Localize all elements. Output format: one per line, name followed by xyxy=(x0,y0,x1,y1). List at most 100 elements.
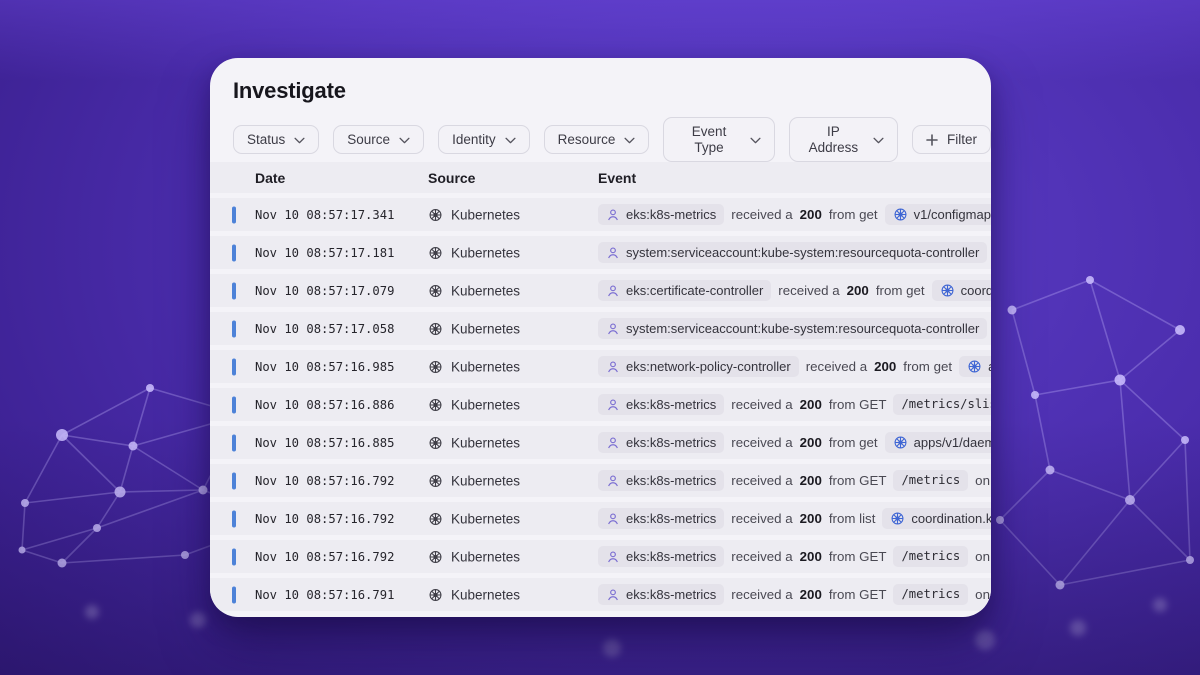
identity-chip[interactable]: system:serviceaccount:kube-system:resour… xyxy=(598,242,987,264)
kubernetes-resource-chip[interactable]: coordination.k8s.io xyxy=(882,508,991,530)
identity-chip[interactable]: eks:k8s-metrics xyxy=(598,204,724,226)
chevron-down-icon xyxy=(750,137,761,144)
filter-dropdown-ip-address[interactable]: IP Address xyxy=(789,117,898,162)
identity-chip[interactable]: eks:k8s-metrics xyxy=(598,432,724,454)
event-source: Kubernetes xyxy=(428,359,520,374)
kubernetes-resource-chip[interactable]: v1/configmaps ku xyxy=(885,204,991,226)
kubernetes-icon xyxy=(428,587,443,602)
status-code: 200 xyxy=(800,549,822,564)
kubernetes-icon xyxy=(890,511,905,526)
user-icon xyxy=(606,360,620,374)
event-date: Nov 10 08:57:16.791 xyxy=(255,588,394,602)
filter-dropdown-resource[interactable]: Resource xyxy=(544,125,650,155)
kubernetes-icon xyxy=(893,207,908,222)
chevron-down-icon xyxy=(505,137,516,144)
user-icon xyxy=(606,208,620,222)
filter-dropdown-source[interactable]: Source xyxy=(333,125,424,155)
event-text: from get xyxy=(829,435,878,450)
event-source: Kubernetes xyxy=(428,207,520,222)
filter-dropdown-identity[interactable]: Identity xyxy=(438,125,530,155)
source-label: Kubernetes xyxy=(451,207,520,222)
severity-bar xyxy=(232,282,236,299)
user-icon xyxy=(606,322,620,336)
kubernetes-icon xyxy=(428,511,443,526)
table-row[interactable]: Nov 10 08:57:16.792 Kubernetes eks:k8s-met… xyxy=(210,464,991,497)
table-row[interactable]: Nov 10 08:57:16.885 Kubernetes eks:k8s-met… xyxy=(210,426,991,459)
event-date: Nov 10 08:57:17.181 xyxy=(255,246,394,260)
chevron-down-icon xyxy=(399,137,410,144)
event-date: Nov 10 08:57:16.792 xyxy=(255,474,394,488)
identity-chip-label: eks:network-policy-controller xyxy=(626,359,791,375)
event-cell: eks:k8s-metricsreceived a200from getv1/c… xyxy=(598,198,991,231)
event-source: Kubernetes xyxy=(428,473,520,488)
event-cell: eks:network-policy-controllerreceived a2… xyxy=(598,350,991,383)
investigate-panel: Investigate Status Source Identity Resource… xyxy=(210,58,991,617)
add-filter-button[interactable]: Filter xyxy=(912,125,991,155)
identity-chip[interactable]: system:serviceaccount:kube-system:resour… xyxy=(598,318,987,340)
table-row[interactable]: Nov 10 08:57:17.341Kuberneteseks:k8s-met… xyxy=(210,198,991,231)
filter-dropdown-status[interactable]: Status xyxy=(233,125,319,155)
event-cell: eks:k8s-metricsreceived a200from GET/met… xyxy=(598,464,991,497)
identity-chip[interactable]: eks:k8s-metrics xyxy=(598,546,724,568)
event-date: Nov 10 08:57:16.792 xyxy=(255,550,394,564)
url-path-chip[interactable]: /metrics/slis xyxy=(893,394,991,415)
user-icon xyxy=(606,550,620,564)
kubernetes-resource-chip[interactable]: apps/v1/daemons xyxy=(885,432,991,454)
table-row[interactable]: Nov 10 08:57:17.181Kubernetessystem:serv… xyxy=(210,236,991,269)
table-row[interactable]: Nov 10 08:57:16.886Kuberneteseks:k8s-met… xyxy=(210,388,991,421)
chevron-down-icon xyxy=(624,137,635,144)
identity-chip[interactable]: eks:k8s-metrics xyxy=(598,584,724,606)
identity-chip-label: system:serviceaccount:kube-system:resour… xyxy=(626,245,979,261)
event-text: on cluste xyxy=(975,473,991,488)
page-title: Investigate xyxy=(233,78,967,104)
identity-chip[interactable]: eks:k8s-metrics xyxy=(598,508,724,530)
event-text: received a xyxy=(731,511,792,526)
filter-dropdown-label: Identity xyxy=(452,132,496,148)
event-cell: system:serviceaccount:kube-system:resour… xyxy=(598,312,991,345)
event-date: Nov 10 08:57:16.885 xyxy=(255,436,394,450)
kubernetes-icon xyxy=(428,549,443,564)
event-text: on cluste xyxy=(975,549,991,564)
url-path-chip[interactable]: /metrics xyxy=(893,546,968,567)
event-source: Kubernetes xyxy=(428,397,520,412)
identity-chip-label: eks:k8s-metrics xyxy=(626,473,716,489)
identity-chip[interactable]: eks:certificate-controller xyxy=(598,280,771,302)
filter-dropdown-event-type[interactable]: Event Type xyxy=(663,117,774,162)
kubernetes-resource-chip[interactable]: apie xyxy=(959,356,991,378)
status-code: 200 xyxy=(800,587,822,602)
status-code: 200 xyxy=(847,283,869,298)
kubernetes-resource-chip[interactable]: coordina xyxy=(932,280,991,302)
identity-chip[interactable]: eks:network-policy-controller xyxy=(598,356,799,378)
identity-chip[interactable]: eks:k8s-metrics xyxy=(598,394,724,416)
identity-chip[interactable]: eks:k8s-metrics xyxy=(598,470,724,492)
table-row[interactable]: Nov 10 08:57:16.985 Kubernetes eks:network… xyxy=(210,350,991,383)
severity-bar xyxy=(232,206,236,223)
severity-bar xyxy=(232,510,236,527)
user-icon xyxy=(606,246,620,260)
event-text: from GET xyxy=(829,587,887,602)
column-header-source: Source xyxy=(428,170,475,186)
event-date: Nov 10 08:57:17.079 xyxy=(255,284,394,298)
event-date: Nov 10 08:57:16.985 xyxy=(255,360,394,374)
chevron-down-icon xyxy=(294,137,305,144)
source-label: Kubernetes xyxy=(451,511,520,526)
filter-bar: Status Source Identity Resource Event Type IP… xyxy=(233,117,991,162)
event-text: received a xyxy=(731,473,792,488)
table-row[interactable]: Nov 10 08:57:16.791 Kubernetes eks:k8s-met… xyxy=(210,578,991,611)
kubernetes-icon xyxy=(428,473,443,488)
resource-chip-label: v1/configmaps ku xyxy=(914,207,991,223)
resource-chip-label: apps/v1/daemons xyxy=(914,435,991,451)
url-path-chip[interactable]: /metrics xyxy=(893,584,968,605)
source-label: Kubernetes xyxy=(451,587,520,602)
table-row[interactable]: Nov 10 08:57:16.792Kuberneteseks:k8s-met… xyxy=(210,540,991,573)
event-source: Kubernetes xyxy=(428,435,520,450)
table-row[interactable]: Nov 10 08:57:17.079Kuberneteseks:certifi… xyxy=(210,274,991,307)
event-cell: system:serviceaccount:kube-system:resour… xyxy=(598,236,991,269)
table-row[interactable]: Nov 10 08:57:17.058Kubernetessystem:serv… xyxy=(210,312,991,345)
table-row[interactable]: Nov 10 08:57:16.792Kuberneteseks:k8s-met… xyxy=(210,502,991,535)
url-path-chip[interactable]: /metrics xyxy=(893,470,968,491)
event-text: from get xyxy=(876,283,925,298)
user-icon xyxy=(606,436,620,450)
event-text: from GET xyxy=(829,549,887,564)
source-label: Kubernetes xyxy=(451,435,520,450)
